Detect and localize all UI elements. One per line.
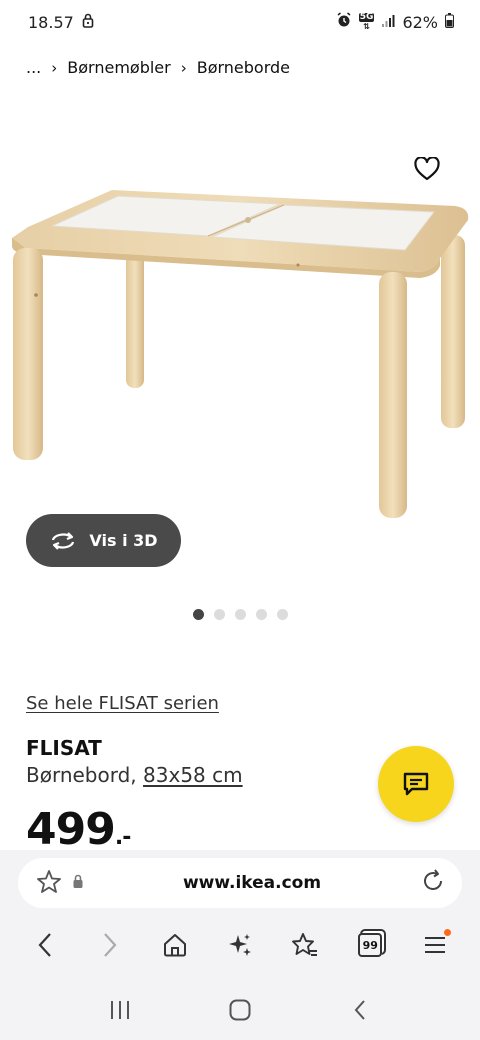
notification-dot	[444, 929, 452, 936]
reload-icon[interactable]	[420, 868, 446, 898]
view-in-3d-button[interactable]: Vis i 3D	[26, 514, 181, 567]
carousel-dot[interactable]	[213, 609, 225, 620]
view-in-3d-label: Vis i 3D	[89, 531, 158, 550]
chevron-right-icon	[103, 933, 117, 957]
tabs-icon: 99	[358, 933, 383, 957]
bookmarks-button[interactable]	[285, 925, 325, 965]
breadcrumb-item-children-tables[interactable]: Børneborde	[197, 58, 290, 77]
breadcrumb-ellipsis[interactable]: ...	[26, 58, 41, 77]
chevron-left-icon	[38, 933, 51, 957]
chat-button[interactable]	[378, 746, 454, 822]
hamburger-menu-icon	[425, 937, 446, 953]
bookmark-star-icon[interactable]	[36, 869, 62, 898]
product-name: FLISAT	[26, 736, 102, 760]
alarm-icon	[336, 12, 352, 32]
network-5g-icon: 5G ⇅	[358, 12, 375, 31]
favorite-button[interactable]	[410, 152, 444, 186]
product-size-link[interactable]: 83x58 cm	[143, 763, 243, 787]
lock-icon	[72, 874, 84, 893]
back-button[interactable]	[25, 925, 65, 965]
home-square-icon	[229, 999, 251, 1021]
price-suffix: .-	[114, 825, 131, 850]
product-price: 499.-	[26, 804, 131, 855]
system-nav-bar	[0, 985, 480, 1035]
system-back-icon	[354, 1000, 365, 1020]
page: 18.57 5G ⇅ 62% ... › Børnemøbler › Børne…	[0, 0, 480, 1040]
chevron-right-icon: ›	[180, 58, 187, 77]
breadcrumb: ... › Børnemøbler › Børneborde	[26, 58, 290, 77]
tabs-button[interactable]: 99	[350, 925, 390, 965]
browser-nav-bar: 99	[0, 920, 480, 970]
carousel-dot[interactable]	[234, 609, 246, 620]
product-description: Børnebord, 83x58 cm	[26, 763, 243, 787]
recent-apps-button[interactable]	[100, 990, 140, 1030]
home-icon	[163, 934, 186, 957]
status-bar: 18.57 5G ⇅ 62%	[0, 0, 480, 44]
breadcrumb-item-children-furniture[interactable]: Børnemøbler	[67, 58, 170, 77]
lock-icon	[82, 13, 94, 32]
product-type: Børnebord,	[26, 763, 137, 787]
carousel-dot[interactable]	[255, 609, 267, 620]
battery-percent: 62%	[402, 12, 438, 32]
address-bar[interactable]: www.ikea.com	[18, 858, 462, 908]
network-label: 5G	[358, 12, 375, 22]
star-list-icon	[292, 933, 318, 956]
chat-icon	[403, 772, 429, 796]
battery-icon	[445, 12, 454, 32]
carousel-dot[interactable]	[192, 609, 204, 620]
heart-icon	[414, 157, 440, 181]
product-image[interactable]	[0, 100, 480, 560]
chevron-right-icon: ›	[51, 58, 58, 77]
rotate-3d-icon	[52, 531, 75, 550]
signal-icon	[381, 13, 395, 32]
price-value: 499	[26, 804, 116, 855]
image-carousel-dots	[0, 609, 480, 620]
menu-button[interactable]	[415, 925, 455, 965]
home-button[interactable]	[155, 925, 195, 965]
series-link[interactable]: Se hele FLISAT serien	[26, 693, 219, 714]
system-home-button[interactable]	[220, 990, 260, 1030]
tabs-count: 99	[362, 938, 378, 952]
carousel-dot[interactable]	[276, 609, 288, 620]
system-back-button[interactable]	[340, 990, 380, 1030]
ai-assistant-button[interactable]	[220, 925, 260, 965]
forward-button[interactable]	[90, 925, 130, 965]
recent-apps-icon	[111, 1001, 129, 1019]
sparkle-icon	[228, 934, 251, 956]
status-time: 18.57	[28, 12, 74, 32]
url-text[interactable]: www.ikea.com	[84, 873, 420, 893]
